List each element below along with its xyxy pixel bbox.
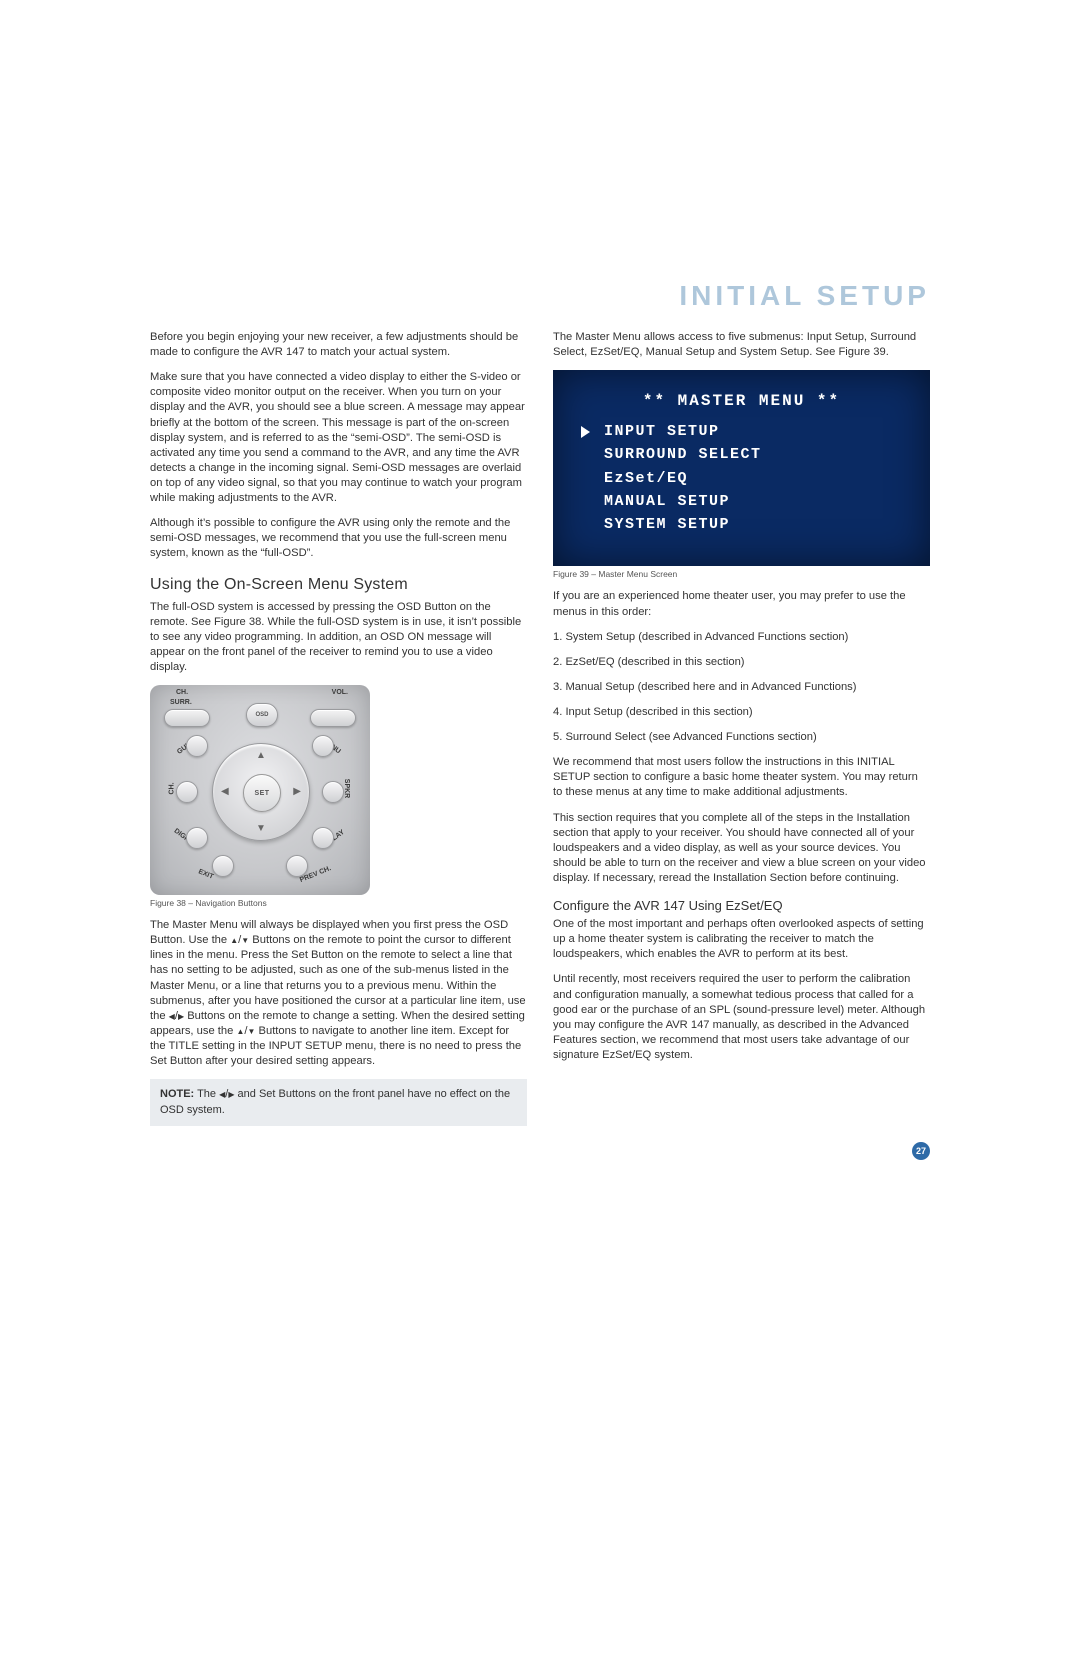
remote-label-exit: EXIT bbox=[197, 868, 214, 880]
body-text: The Master Menu will always be displayed… bbox=[150, 918, 527, 1069]
menu-item: EzSet/EQ bbox=[604, 467, 688, 490]
figure-39-screen: ** MASTER MENU ** INPUT SETUP SURROUND S… bbox=[553, 370, 930, 566]
body-text: We recommend that most users follow the … bbox=[553, 755, 930, 800]
remote-vol-rocker bbox=[310, 709, 356, 727]
screen-title: ** MASTER MENU ** bbox=[581, 392, 902, 410]
remote-dpad: ▲ ▼ ◀ ▶ SET bbox=[212, 743, 310, 841]
menu-row: INPUT SETUP bbox=[581, 420, 902, 443]
dpad-left-icon: ◀ bbox=[221, 786, 229, 797]
dpad-right-icon: ▶ bbox=[293, 786, 301, 797]
list-item: 3. Manual Setup (described here and in A… bbox=[553, 680, 930, 695]
remote-delay-button bbox=[312, 827, 334, 849]
body-text: The full-OSD system is accessed by press… bbox=[150, 600, 527, 676]
note-label: NOTE: bbox=[160, 1088, 194, 1100]
body-text: If you are an experienced home theater u… bbox=[553, 589, 930, 619]
menu-row: SYSTEM SETUP bbox=[581, 513, 902, 536]
section-heading: Using the On-Screen Menu System bbox=[150, 576, 527, 594]
body-text: Make sure that you have connected a vide… bbox=[150, 370, 527, 506]
menu-item: MANUAL SETUP bbox=[604, 490, 730, 513]
remote-osd-button: OSD bbox=[246, 703, 278, 727]
remote-menu-button bbox=[312, 735, 334, 757]
triangle-left-icon bbox=[169, 1010, 175, 1022]
left-column: Before you begin enjoying your new recei… bbox=[150, 330, 527, 1126]
body-text: This section requires that you complete … bbox=[553, 811, 930, 887]
menu-item: SYSTEM SETUP bbox=[604, 513, 730, 536]
menu-item: INPUT SETUP bbox=[604, 420, 720, 443]
page-title: INITIAL SETUP bbox=[150, 280, 930, 312]
cursor-icon bbox=[581, 426, 590, 438]
remote-label-surr: SURR. bbox=[170, 699, 192, 706]
dpad-up-icon: ▲ bbox=[256, 750, 266, 761]
triangle-down-icon bbox=[241, 934, 249, 946]
remote-set-button: SET bbox=[243, 774, 281, 812]
remote-ch-surr-rocker bbox=[164, 709, 210, 727]
page: INITIAL SETUP Before you begin enjoying … bbox=[0, 0, 1080, 1206]
menu-row: MANUAL SETUP bbox=[581, 490, 902, 513]
text-run: Buttons on the remote to point the curso… bbox=[150, 934, 526, 1022]
text-run: The bbox=[194, 1088, 219, 1100]
triangle-left-icon bbox=[219, 1088, 225, 1100]
remote-label-ch: CH. bbox=[176, 689, 188, 696]
subsection-heading: Configure the AVR 147 Using EzSet/EQ bbox=[553, 898, 930, 913]
body-text: Before you begin enjoying your new recei… bbox=[150, 330, 527, 360]
figure-38-remote: CH. SURR. VOL. OSD GUIDE MENU CH. SPKR D… bbox=[150, 685, 370, 895]
body-text: Although it’s possible to configure the … bbox=[150, 516, 527, 561]
note-box: NOTE: The / and Set Buttons on the front… bbox=[150, 1079, 527, 1126]
two-column-layout: Before you begin enjoying your new recei… bbox=[150, 330, 930, 1126]
list-item: 5. Surround Select (see Advanced Functio… bbox=[553, 730, 930, 745]
remote-digital-button bbox=[186, 827, 208, 849]
remote-osd-label: OSD bbox=[255, 712, 268, 718]
body-text: The Master Menu allows access to five su… bbox=[553, 330, 930, 360]
remote-exit-button bbox=[212, 855, 234, 877]
right-column: The Master Menu allows access to five su… bbox=[553, 330, 930, 1126]
remote-label-ch2: CH. bbox=[169, 783, 176, 795]
remote-spkr-button bbox=[322, 781, 344, 803]
dpad-down-icon: ▼ bbox=[256, 823, 266, 834]
menu-item: SURROUND SELECT bbox=[604, 443, 762, 466]
triangle-up-icon bbox=[230, 934, 238, 946]
remote-guide-button bbox=[186, 735, 208, 757]
body-text: Until recently, most receivers required … bbox=[553, 972, 930, 1063]
figure-39-caption: Figure 39 – Master Menu Screen bbox=[553, 569, 930, 579]
triangle-up-icon bbox=[236, 1025, 244, 1037]
list-item: 4. Input Setup (described in this sectio… bbox=[553, 705, 930, 720]
list-item: 1. System Setup (described in Advanced F… bbox=[553, 630, 930, 645]
page-number: 27 bbox=[916, 1146, 926, 1156]
body-text: One of the most important and perhaps of… bbox=[553, 917, 930, 962]
remote-set-label: SET bbox=[254, 790, 269, 797]
list-item: 2. EzSet/EQ (described in this section) bbox=[553, 655, 930, 670]
figure-38-caption: Figure 38 – Navigation Buttons bbox=[150, 898, 527, 908]
menu-row: SURROUND SELECT bbox=[581, 443, 902, 466]
page-number-badge: 27 bbox=[912, 1142, 930, 1160]
remote-label-vol: VOL. bbox=[332, 689, 348, 696]
remote-label-spkr: SPKR bbox=[343, 779, 350, 798]
remote-prevch-button bbox=[286, 855, 308, 877]
menu-row: EzSet/EQ bbox=[581, 467, 902, 490]
remote-ch-button bbox=[176, 781, 198, 803]
